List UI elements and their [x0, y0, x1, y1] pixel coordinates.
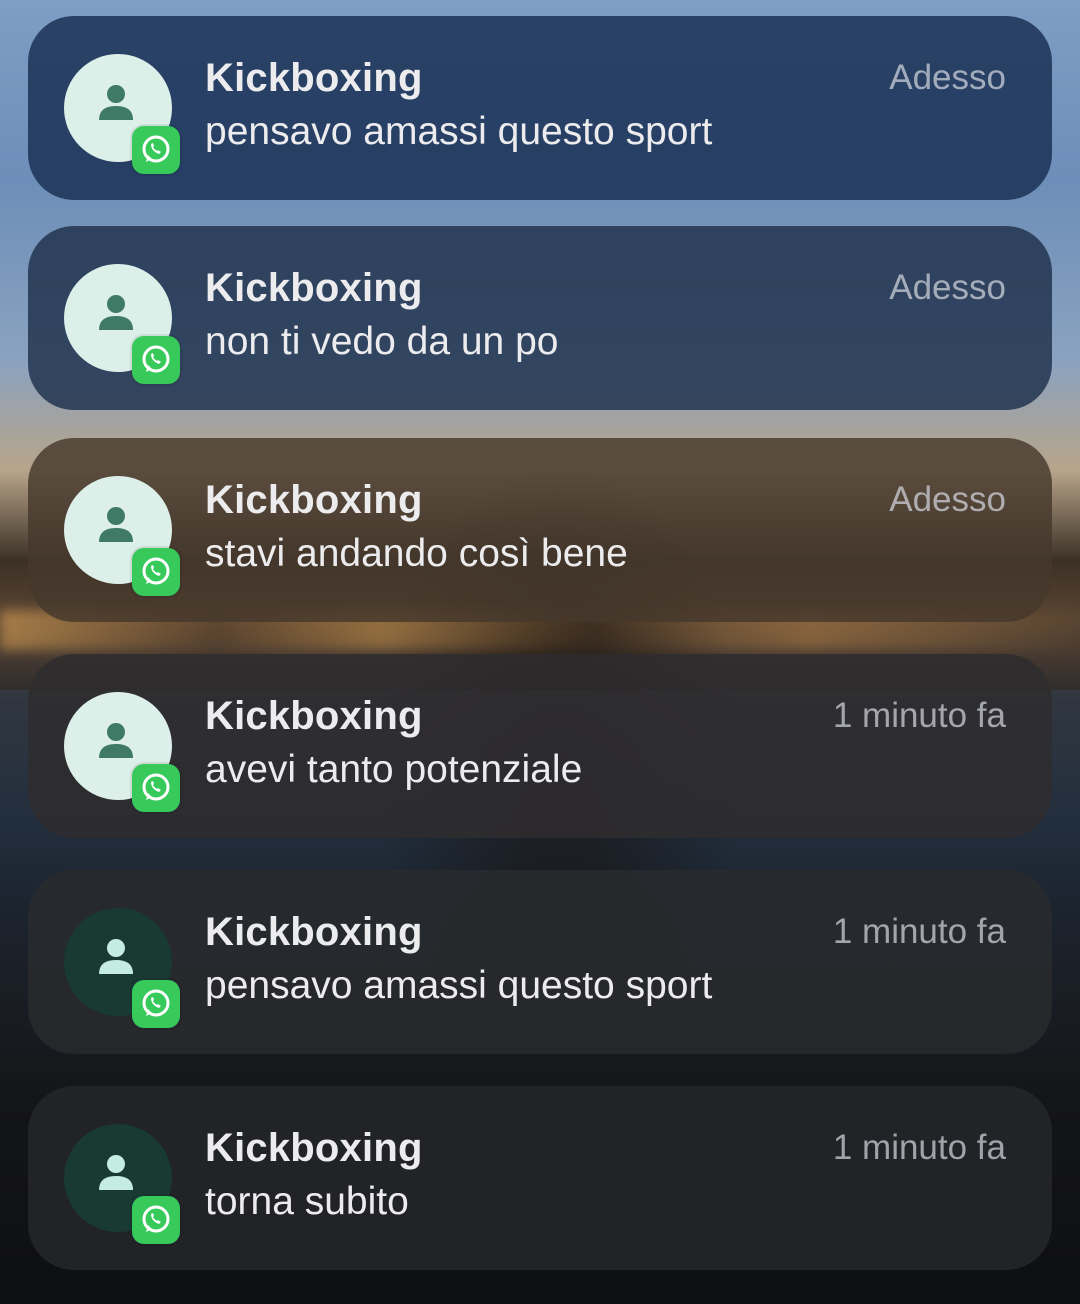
- whatsapp-badge: [132, 126, 180, 174]
- notification-message: pensavo amassi questo sport: [205, 964, 713, 1007]
- notification-time: Adesso: [889, 268, 1006, 307]
- notification-message: non ti vedo da un po: [205, 320, 559, 363]
- notification-card[interactable]: Kickboxing torna subito 1 minuto fa: [28, 1086, 1052, 1270]
- notification-title: Kickboxing: [205, 266, 423, 310]
- notification-title: Kickboxing: [205, 1126, 423, 1170]
- whatsapp-badge: [132, 548, 180, 596]
- notification-card[interactable]: Kickboxing stavi andando così bene Adess…: [28, 438, 1052, 622]
- notification-message: stavi andando così bene: [205, 532, 628, 575]
- notification-title: Kickboxing: [205, 910, 423, 954]
- notification-time: 1 minuto fa: [832, 1128, 1006, 1167]
- whatsapp-icon: [142, 773, 170, 801]
- notification-message: pensavo amassi questo sport: [205, 110, 713, 153]
- whatsapp-badge: [132, 980, 180, 1028]
- whatsapp-icon: [142, 557, 170, 585]
- notification-card[interactable]: Kickboxing pensavo amassi questo sport 1…: [28, 870, 1052, 1054]
- notification-time: Adesso: [889, 58, 1006, 97]
- notification-card[interactable]: Kickboxing avevi tanto potenziale 1 minu…: [28, 654, 1052, 838]
- notification-message: torna subito: [205, 1180, 409, 1223]
- notification-list: Kickboxing pensavo amassi questo sport A…: [0, 0, 1080, 1304]
- notification-message: avevi tanto potenziale: [205, 748, 583, 791]
- whatsapp-badge: [132, 1196, 180, 1244]
- whatsapp-icon: [142, 1205, 170, 1233]
- whatsapp-icon: [142, 989, 170, 1017]
- notification-time: 1 minuto fa: [832, 912, 1006, 951]
- whatsapp-badge: [132, 336, 180, 384]
- notification-card[interactable]: Kickboxing non ti vedo da un po Adesso: [28, 226, 1052, 410]
- notification-title: Kickboxing: [205, 478, 423, 522]
- whatsapp-badge: [132, 764, 180, 812]
- notification-title: Kickboxing: [205, 694, 423, 738]
- whatsapp-icon: [142, 135, 170, 163]
- notification-card[interactable]: Kickboxing pensavo amassi questo sport A…: [28, 16, 1052, 200]
- notification-time: 1 minuto fa: [832, 696, 1006, 735]
- notification-title: Kickboxing: [205, 56, 423, 100]
- notification-time: Adesso: [889, 480, 1006, 519]
- whatsapp-icon: [142, 345, 170, 373]
